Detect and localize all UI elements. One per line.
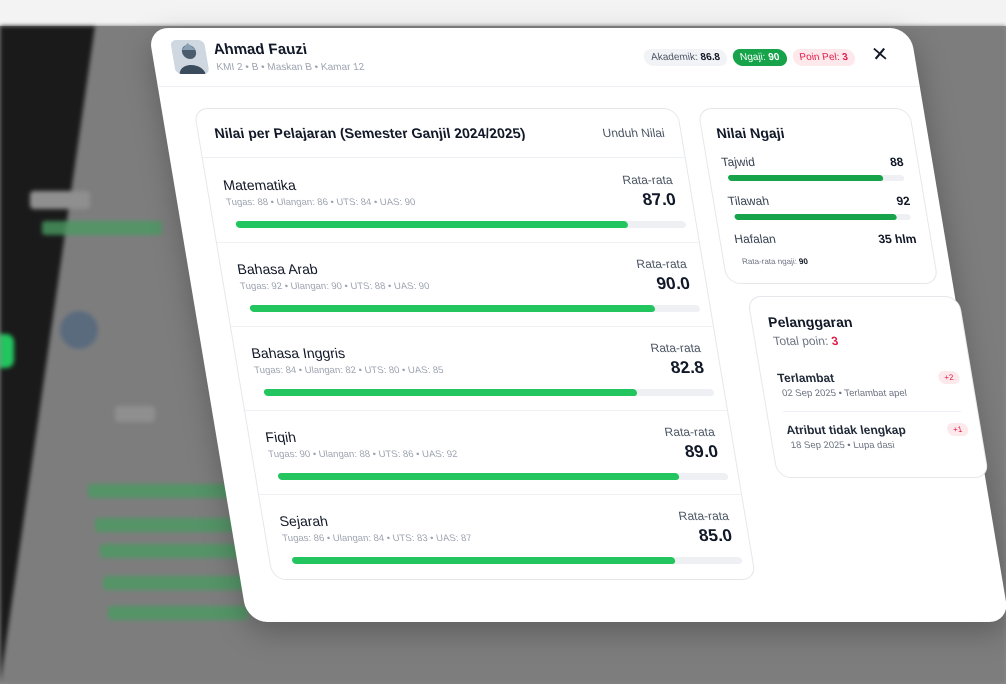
ngaji-card: Nilai Ngaji Tajwid 88 Tilawah 92 Hafalan… (697, 108, 939, 284)
pelanggaran-card-title: Pelanggaran (766, 314, 854, 330)
background-active-indicator (0, 334, 14, 368)
pelanggaran-total: Total poin: 3 (772, 334, 839, 348)
subject-row: Bahasa Inggris Tugas: 84 • Ulangan: 82 • … (244, 327, 728, 411)
background-avatar (60, 311, 98, 349)
pelanggaran-points-badge: +1 (945, 423, 970, 436)
subject-score-detail: Tugas: 86 • Ulangan: 84 • UTS: 83 • UAS:… (281, 533, 473, 544)
background-bar (100, 544, 250, 558)
subject-row: Fiqih Tugas: 90 • Ulangan: 88 • UTS: 86 •… (258, 411, 742, 495)
subject-progress-track (277, 473, 729, 480)
ngaji-value: 35 hlm (877, 232, 918, 246)
subject-progress-track (235, 221, 687, 228)
pelanggaran-total-value: 3 (830, 334, 840, 348)
subject-average-value: 90.0 (655, 274, 692, 293)
ngaji-average-note: Rata-rata ngaji: 90 (741, 257, 808, 266)
akademik-badge: Akademik: 86.8 (642, 49, 729, 66)
subject-progress-fill (277, 473, 680, 480)
ngaji-average-label: Rata-rata ngaji: (741, 257, 798, 266)
background-bar (95, 518, 245, 532)
ngaji-label: Tajwid (720, 155, 756, 169)
subject-average-label: Rata-rata (635, 257, 688, 271)
ngaji-badge-label: Ngaji: (739, 52, 767, 63)
student-name: Ahmad Fauzi (212, 41, 309, 58)
subject-name: Bahasa Arab (235, 261, 319, 277)
subject-name: Bahasa Inggris (250, 345, 347, 361)
student-meta: KMI 2 • B • Maskan B • Kamar 12 (215, 62, 366, 73)
ngaji-progress-fill (727, 175, 884, 181)
subject-progress-fill (263, 389, 638, 396)
nilai-card: Nilai per Pelajaran (Semester Ganjil 202… (193, 108, 757, 580)
subject-progress-fill (291, 557, 676, 564)
pelanggaran-name: Atribut tidak lengkap (785, 423, 907, 437)
subject-progress-track (291, 557, 743, 564)
subject-average-label: Rata-rata (621, 173, 674, 187)
ngaji-label: Hafalan (733, 232, 777, 246)
subject-progress-fill (235, 221, 628, 228)
subject-score-detail: Tugas: 92 • Ulangan: 90 • UTS: 88 • UAS:… (239, 281, 431, 292)
akademik-badge-value: 86.8 (699, 52, 721, 63)
score-badges: Akademik: 86.8 Ngaji: 90 Poin Pel: 3 (642, 49, 857, 66)
ngaji-progress-track (734, 214, 912, 220)
subject-average-value: 85.0 (697, 526, 734, 545)
background-bar (103, 576, 253, 590)
pelanggaran-detail: 02 Sep 2025 • Terlambat apel (781, 388, 908, 399)
subject-average-value: 87.0 (641, 190, 678, 209)
background-sidebar (0, 26, 95, 684)
subject-average-label: Rata-rata (677, 509, 730, 523)
student-detail-modal: Ahmad Fauzi KMI 2 • B • Maskan B • Kamar… (148, 28, 1006, 622)
ngaji-average-value: 90 (798, 257, 809, 266)
subject-name: Matematika (221, 177, 297, 193)
download-grades-link[interactable]: Unduh Nilai (601, 126, 665, 140)
ngaji-value: 92 (895, 194, 912, 208)
pelanggaran-detail: 18 Sep 2025 • Lupa dasi (789, 440, 896, 451)
poin-badge: Poin Pel: 3 (791, 49, 857, 66)
pelanggaran-name: Terlambat (776, 371, 836, 385)
subject-average-label: Rata-rata (649, 341, 702, 355)
subject-progress-fill (249, 305, 656, 312)
background-bar (108, 606, 248, 620)
background-text-block (30, 191, 90, 209)
poin-badge-label: Poin Pel: (798, 52, 841, 63)
nilai-card-title: Nilai per Pelajaran (Semester Ganjil 202… (213, 125, 527, 141)
divider (783, 411, 962, 412)
ngaji-progress-track (727, 175, 905, 181)
ngaji-progress-fill (734, 214, 898, 220)
ngaji-label: Tilawah (726, 194, 771, 208)
subject-average-value: 82.8 (669, 358, 706, 377)
ngaji-card-title: Nilai Ngaji (715, 125, 786, 141)
subject-score-detail: Tugas: 90 • Ulangan: 88 • UTS: 86 • UAS:… (267, 449, 459, 460)
background-bar (42, 221, 162, 235)
pelanggaran-points-badge: +2 (937, 371, 961, 384)
subject-name: Fiqih (264, 429, 298, 445)
subject-progress-track (249, 305, 701, 312)
ngaji-badge-value: 90 (767, 52, 781, 63)
student-avatar-icon (170, 40, 210, 74)
subject-row: Bahasa Arab Tugas: 92 • Ulangan: 90 • UTS… (230, 243, 714, 327)
background-text-block (115, 406, 155, 422)
pelanggaran-item: Atribut tidak lengkap 18 Sep 2025 • Lupa… (785, 423, 975, 469)
modal-header: Ahmad Fauzi KMI 2 • B • Maskan B • Kamar… (148, 28, 920, 87)
subject-row: Sejarah Tugas: 86 • Ulangan: 84 • UTS: 83… (275, 495, 743, 579)
poin-badge-value: 3 (841, 52, 849, 63)
subject-score-detail: Tugas: 84 • Ulangan: 82 • UTS: 80 • UAS:… (253, 365, 445, 376)
ngaji-badge: Ngaji: 90 (731, 49, 788, 66)
divider (202, 157, 685, 158)
pelanggaran-total-label: Total poin: (772, 334, 830, 348)
subject-average-value: 89.0 (683, 442, 720, 461)
akademik-badge-label: Akademik: (650, 52, 699, 63)
subject-name: Sejarah (278, 513, 330, 529)
pelanggaran-card: Pelanggaran Total poin: 3 Terlambat 02 S… (746, 296, 990, 478)
subject-row: Matematika Tugas: 88 • Ulangan: 86 • UTS:… (216, 159, 699, 243)
subject-progress-track (263, 389, 715, 396)
background-topbar (0, 0, 1006, 26)
ngaji-value: 88 (888, 155, 905, 169)
close-icon[interactable]: ✕ (870, 44, 890, 66)
subject-score-detail: Tugas: 88 • Ulangan: 86 • UTS: 84 • UAS:… (225, 197, 417, 208)
subject-average-label: Rata-rata (663, 425, 716, 439)
